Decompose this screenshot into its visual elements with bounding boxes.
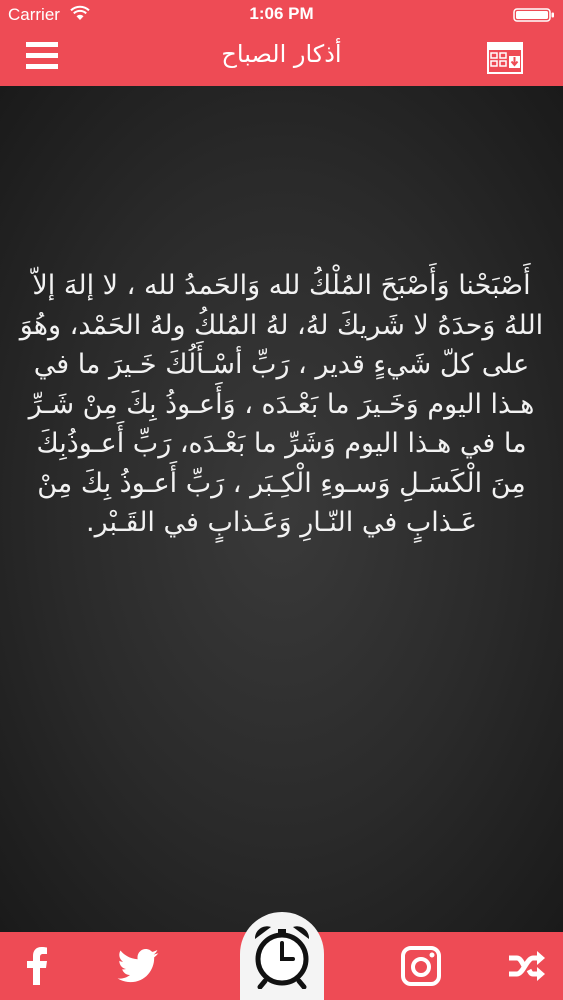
alarm-button[interactable] <box>240 912 324 1000</box>
twitter-icon <box>117 949 159 983</box>
shuffle-icon <box>509 951 545 981</box>
facebook-share-button[interactable] <box>2 932 72 1000</box>
facebook-icon <box>27 947 47 985</box>
navigation-bar: أذكار الصباح <box>0 30 563 86</box>
instagram-share-button[interactable] <box>386 932 456 1000</box>
instagram-icon <box>401 946 441 986</box>
screen: Carrier 1:06 PM أذكار الصباح أَصْبَحْنا … <box>0 0 563 1000</box>
alarm-clock-icon <box>254 926 310 989</box>
status-time: 1:06 PM <box>249 4 314 23</box>
chalkboard-background: أَصْبَحْنا وَأَصْبَحَ المُلْكُ لله وَالح… <box>0 86 563 932</box>
battery-icon <box>513 8 554 22</box>
page-title: أذكار الصباح <box>221 40 342 68</box>
status-bar: Carrier 1:06 PM <box>0 0 563 30</box>
twitter-share-button[interactable] <box>103 932 173 1000</box>
dhikr-text: أَصْبَحْنا وَأَصْبَحَ المُلْكُ لله وَالح… <box>19 270 544 538</box>
shuffle-button[interactable] <box>492 932 562 1000</box>
calendar-download-icon[interactable] <box>487 42 523 74</box>
